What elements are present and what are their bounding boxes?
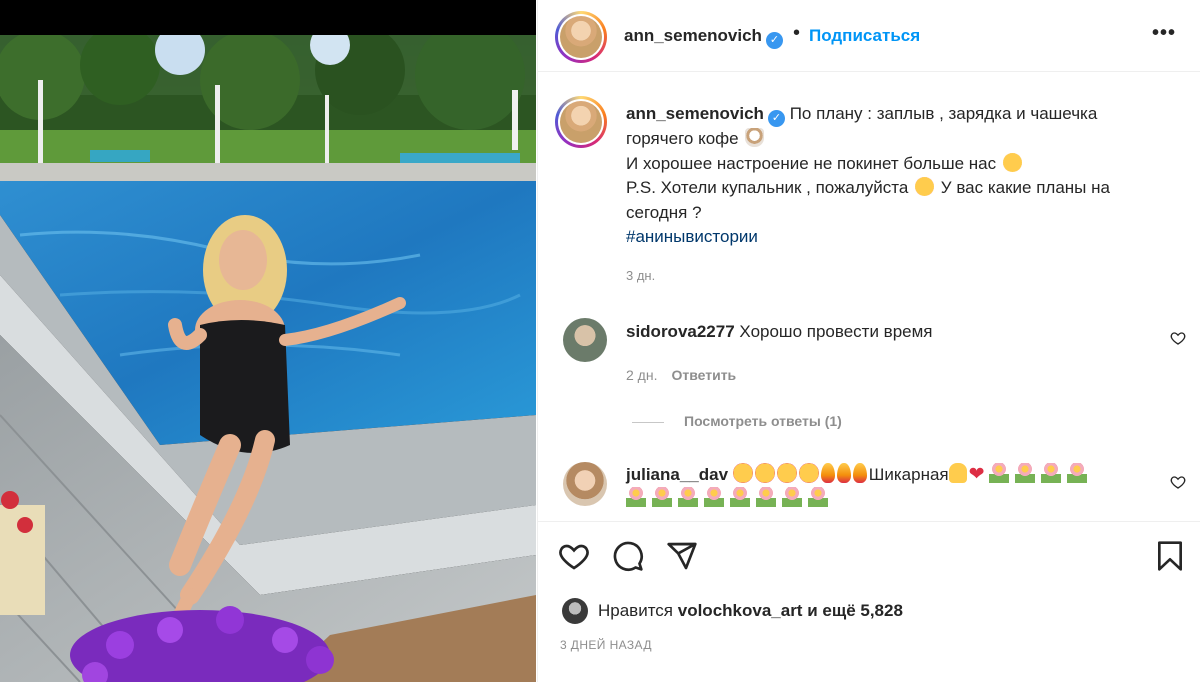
bouquet-emoji-icon [652, 487, 672, 507]
author-username[interactable]: ann_semenovich ✓ [624, 26, 783, 49]
commenter-avatar[interactable] [563, 462, 607, 506]
likes-count[interactable]: и ещё 5,828 [807, 601, 903, 620]
caption-hashtag[interactable]: #анинывистории [626, 227, 758, 246]
liker-avatar[interactable] [562, 598, 588, 624]
star-eyes-emoji-icon [776, 463, 797, 483]
raised-hands-emoji-icon [948, 463, 967, 483]
view-replies-button[interactable]: Посмотреть ответы (1) [632, 413, 842, 429]
comment-body: juliana__dav Шикарная ❤ [626, 463, 1146, 511]
pool-photo-illustration [0, 35, 536, 682]
caption-line-1b: горячего кофе [626, 129, 739, 148]
like-heart-icon[interactable] [558, 540, 590, 572]
post-header: ann_semenovich ✓ • Подписаться ••• [538, 0, 1200, 72]
post-photo[interactable] [0, 35, 536, 682]
more-options-icon[interactable]: ••• [1152, 22, 1176, 45]
fire-emoji-icon [820, 463, 835, 483]
comment-like-heart-icon[interactable] [1170, 330, 1186, 346]
fire-emoji-icon [836, 463, 851, 483]
verified-icon: ✓ [765, 32, 783, 49]
bouquet-emoji-icon [626, 487, 646, 507]
post-actions-bar: Нравится volochkova_art и ещё 5,828 3 ДН… [538, 521, 1200, 682]
comment-timestamp[interactable]: 2 дн. [626, 367, 657, 383]
post-caption: ann_semenovich ✓ По плану : заплыв , заря… [626, 102, 1166, 250]
bouquet-emoji-icon [756, 487, 776, 507]
bouquet-emoji-icon [1015, 463, 1036, 483]
post-photo-panel[interactable] [0, 0, 536, 682]
follow-button[interactable]: Подписаться [809, 26, 920, 46]
bouquet-emoji-icon [808, 487, 828, 507]
post-date[interactable]: 3 ДНЕЙ НАЗАД [560, 638, 652, 652]
likes-summary: Нравится volochkova_art и ещё 5,828 [598, 601, 903, 620]
avatar-image [560, 16, 602, 58]
comment-username[interactable]: sidorova2277 [626, 322, 735, 341]
star-eyes-emoji-icon [798, 463, 819, 483]
caption-username[interactable]: ann_semenovich [626, 104, 764, 123]
bouquet-emoji-icon [730, 487, 750, 507]
comment-username[interactable]: juliana__dav [626, 465, 728, 484]
bouquet-emoji-icon [1041, 463, 1062, 483]
post-side-panel: ann_semenovich ✓ • Подписаться ••• ann_se… [537, 0, 1200, 682]
comment-body: sidorova2277 Хорошо провести время [626, 320, 933, 344]
author-avatar[interactable] [555, 11, 607, 63]
bookmark-save-icon[interactable] [1154, 540, 1186, 572]
caption-line-3a: P.S. Хотели купальник , пожалуйста [626, 178, 909, 197]
fire-emoji-icon [852, 463, 867, 483]
verified-icon: ✓ [767, 110, 785, 127]
bouquet-emoji-icon [1067, 463, 1088, 483]
share-send-icon[interactable] [666, 540, 698, 572]
caption-line-2: И хорошее настроение не покинет больше н… [626, 153, 997, 173]
commenter-avatar[interactable] [563, 318, 607, 362]
caption-line-3c: сегодня ? [626, 202, 702, 222]
divider-line [632, 421, 664, 423]
bouquet-emoji-icon [704, 487, 724, 507]
bouquet-emoji-icon [989, 463, 1010, 483]
comment-text: Шикарная [868, 465, 949, 484]
comment-bubble-icon[interactable] [612, 540, 644, 572]
star-eyes-emoji-icon [754, 463, 775, 483]
bouquet-emoji-icon [782, 487, 802, 507]
caption-line-3b: У вас какие планы на [940, 178, 1110, 197]
comment-text: Хорошо провести время [739, 322, 933, 341]
comment-like-heart-icon[interactable] [1170, 474, 1186, 490]
caption-author-avatar[interactable] [555, 96, 607, 148]
star-eyes-emoji-icon [915, 177, 935, 196]
avatar-image [560, 101, 602, 143]
coffee-emoji-icon [745, 128, 765, 147]
separator-dot: • [793, 22, 801, 44]
liker-username[interactable]: volochkova_art [678, 601, 803, 620]
caption-timestamp[interactable]: 3 дн. [626, 268, 655, 283]
caption-line-1a: По плану : заплыв , зарядка и чашечка [789, 104, 1098, 123]
comment-meta: 2 дн. Ответить [626, 367, 736, 383]
kissing-face-emoji-icon [1002, 152, 1022, 172]
reply-button[interactable]: Ответить [671, 367, 736, 383]
bouquet-emoji-icon [678, 487, 698, 507]
red-heart-emoji-icon: ❤ [968, 464, 985, 485]
star-eyes-emoji-icon [732, 463, 753, 483]
